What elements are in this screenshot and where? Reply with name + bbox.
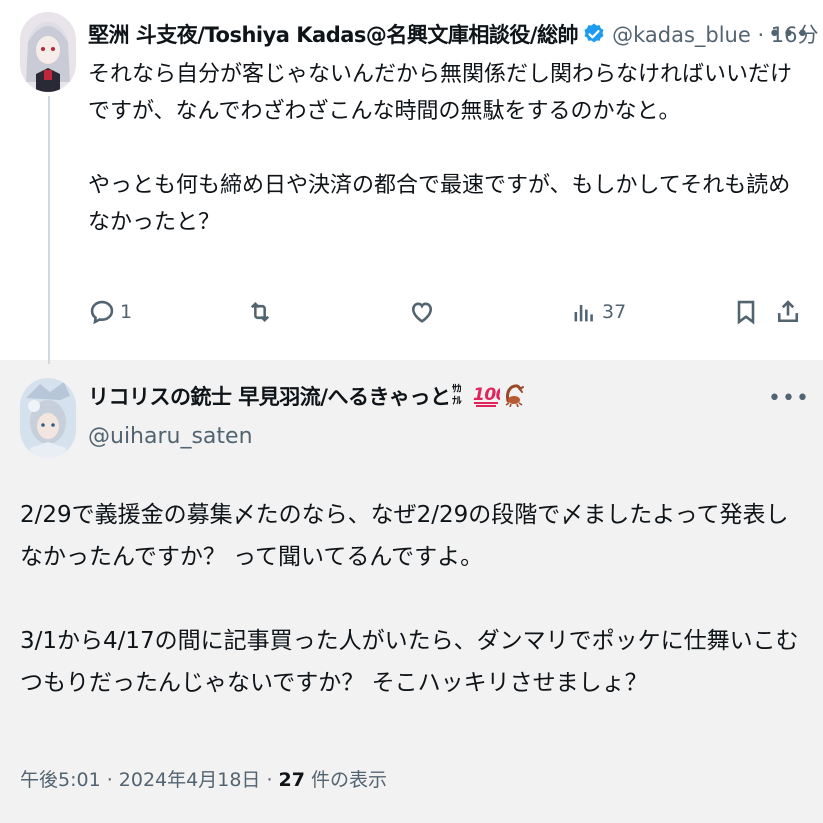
svg-text:ｻｶ: ｻｶ [452,383,462,395]
parent-tweet[interactable]: 堅洲 斗支夜/Toshiya Kadas@名興文庫相談役/総帥 @kadas_b… [0,0,823,364]
tweet-actions-bar: 1 37 [78,290,808,334]
views-label: 件の表示 [304,769,388,791]
verified-badge-icon [582,22,606,46]
tweet-text: 2/29で義援金の募集〆たのなら、なぜ2/29の段階で〆ましたよって発表しなかっ… [20,502,799,696]
share-button[interactable] [774,290,802,334]
display-name[interactable]: リコリスの銃士 早見羽流/へるきゃっと [88,381,451,411]
reply-icon [90,300,114,325]
views-button[interactable]: 37 [570,290,626,334]
bookmark-button[interactable] [732,290,760,334]
avatar[interactable] [20,378,76,458]
share-icon [777,300,799,323]
retweet-icon [250,302,270,322]
tweet-text: それなら自分が客じゃないんだから無関係だし関わらなければいいだけですが、なんでわ… [88,62,793,235]
more-options-icon[interactable]: ••• [768,22,809,47]
reply-button[interactable]: 1 [88,290,132,334]
analytics-icon [574,305,593,322]
avatar[interactable] [20,12,76,92]
heart-icon [411,302,433,323]
more-options-icon[interactable]: ••• [768,386,809,411]
timestamp[interactable]: 午後5:01 · 2024年4月18日 · [20,769,279,791]
like-button[interactable] [408,290,440,334]
retweet-button[interactable] [246,290,278,334]
scorpion-icon [502,381,528,412]
bookmark-icon [737,300,755,325]
sakana-kanji-icon: ｻｶ ﾅﾙ [452,381,470,412]
handle[interactable]: @uiharu_saten [88,424,253,449]
tweet-meta: 午後5:01 · 2024年4月18日 · 27 件の表示 [20,765,387,792]
reply-count: 1 [120,301,133,323]
thread-connector-line [48,96,50,364]
views-number[interactable]: 27 [279,769,305,791]
display-name[interactable]: 堅洲 斗支夜/Toshiya Kadas@名興文庫相談役/総帥 [88,19,579,49]
tweet-author-row: 堅洲 斗支夜/Toshiya Kadas@名興文庫相談役/総帥 @kadas_b… [88,18,819,50]
hundred-points-icon: 100 [472,381,509,412]
views-count: 37 [602,301,627,323]
tweet-author-row: リコリスの銃士 早見羽流/へるきゃっと ｻｶ ﾅﾙ 100 [88,380,528,412]
svg-text:ﾅﾙ: ﾅﾙ [452,395,463,407]
